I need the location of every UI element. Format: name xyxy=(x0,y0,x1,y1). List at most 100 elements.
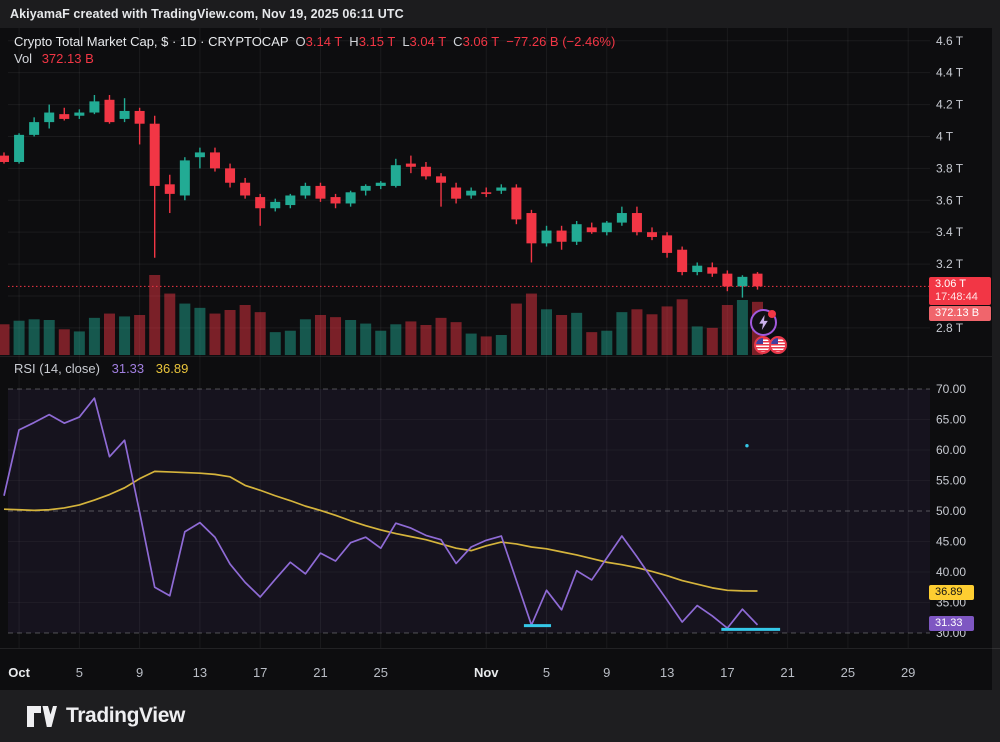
volume-bar xyxy=(240,305,251,355)
candle-body xyxy=(361,186,371,191)
volume-bar xyxy=(707,328,718,355)
attribution-text[interactable]: AkiyamaF created with TradingView.com, N… xyxy=(10,7,404,21)
volume-bar xyxy=(44,320,55,355)
candle-body xyxy=(451,188,461,199)
candle-body xyxy=(44,113,54,123)
volume-bar xyxy=(571,313,582,355)
candle-body xyxy=(120,111,130,119)
candle-body xyxy=(0,156,9,162)
volume-bar xyxy=(451,322,462,355)
candle-body xyxy=(542,231,552,244)
candle-body xyxy=(511,188,521,220)
time-tick-label: 17 xyxy=(253,665,267,680)
rsi-axis-labels[interactable]: 70.0065.0060.0055.0050.0045.0040.0035.00… xyxy=(936,382,966,640)
rsi-ma-badge: 36.89 xyxy=(929,585,974,600)
time-tick-label: 21 xyxy=(780,665,794,680)
volume-bar xyxy=(526,294,537,355)
time-tick-label: 9 xyxy=(603,665,610,680)
candle-body xyxy=(240,183,250,196)
time-tick-label: 25 xyxy=(374,665,388,680)
candle-body xyxy=(496,188,506,191)
volume-bar xyxy=(149,275,160,355)
rsi-legend[interactable]: RSI (14, close) 31.33 36.89 xyxy=(14,361,188,376)
volume-bar xyxy=(616,312,627,355)
time-tick-label: 13 xyxy=(193,665,207,680)
candle-body xyxy=(662,235,672,253)
candle-body xyxy=(135,111,145,124)
volume-bar xyxy=(677,299,688,355)
ohlc-values: O3.14 TH3.15 TL3.04 TC3.06 T−77.26 B (−2… xyxy=(289,34,616,49)
right-margin xyxy=(992,28,1000,690)
candle-body xyxy=(466,191,476,196)
candle-body xyxy=(300,186,310,196)
volume-bar xyxy=(270,332,281,355)
us-flag-event-icon[interactable] xyxy=(769,336,787,354)
rsi-tick-label: 45.00 xyxy=(936,535,966,549)
symbol-legend[interactable]: Crypto Total Market Cap, $ · 1D · CRYPTO… xyxy=(14,34,615,49)
volume-bar xyxy=(601,331,612,355)
volume-bar xyxy=(586,332,597,355)
candle-body xyxy=(346,192,356,203)
time-tick-label: 25 xyxy=(841,665,855,680)
volume-bar xyxy=(225,310,236,355)
volume-bar xyxy=(345,320,356,355)
volume-bar xyxy=(722,305,733,355)
candle-body xyxy=(557,231,567,242)
volume-label: Vol xyxy=(14,51,32,66)
candle-body xyxy=(406,164,416,167)
rsi-ma-value: 36.89 xyxy=(156,361,189,376)
price-tick-label: 3.6 T xyxy=(936,193,964,207)
time-tick-label: 9 xyxy=(136,665,143,680)
time-axis[interactable]: Oct5913172125Nov591317212529 xyxy=(0,648,1000,691)
volume-bar xyxy=(134,315,145,355)
time-tick-label: 17 xyxy=(720,665,734,680)
candle-body xyxy=(587,227,597,232)
ohlc-value: 3.06 T xyxy=(463,34,500,49)
volume-bar xyxy=(647,314,658,355)
rsi-tick-label: 60.00 xyxy=(936,443,966,457)
brand-name[interactable]: TradingView xyxy=(66,704,185,728)
grid-price xyxy=(8,41,930,328)
candle-body xyxy=(737,277,747,287)
candle-body xyxy=(150,124,160,186)
candle-body xyxy=(74,113,84,116)
candle-body xyxy=(692,266,702,272)
candle-body xyxy=(270,202,280,208)
candle-body xyxy=(753,274,763,287)
volume-bar xyxy=(466,334,477,355)
tradingview-logo-icon[interactable] xyxy=(27,706,57,727)
candle-body xyxy=(331,197,341,203)
rsi-tick-label: 65.00 xyxy=(936,413,966,427)
price-tick-label: 3.8 T xyxy=(936,161,964,175)
ohlc-key: C xyxy=(453,34,462,49)
price-tick-label: 4.4 T xyxy=(936,66,964,80)
candle-body xyxy=(572,224,582,242)
candle-body xyxy=(526,213,536,243)
candle-body xyxy=(617,213,627,223)
price-tick-label: 3.4 T xyxy=(936,225,964,239)
volume-bar xyxy=(631,309,642,355)
time-tick-label: 13 xyxy=(660,665,674,680)
volume-value: 372.13 B xyxy=(42,51,94,66)
chart-canvas[interactable]: 4.6 T4.4 T4.2 T4 T3.8 T3.6 T3.4 T3.2 T3 … xyxy=(0,28,1000,690)
volume-badge: 372.13 B xyxy=(929,306,991,321)
candle-body xyxy=(481,192,491,194)
candle-body xyxy=(29,122,39,135)
time-tick-label: 5 xyxy=(543,665,550,680)
volume-bar xyxy=(511,304,522,355)
tradingview-chart-widget: AkiyamaF created with TradingView.com, N… xyxy=(0,0,1000,742)
rsi-title: RSI (14, close) xyxy=(14,361,100,376)
volume-bar xyxy=(405,321,416,355)
candle-body xyxy=(210,152,220,168)
volume-legend[interactable]: Vol 372.13 B xyxy=(14,51,94,66)
candle-body xyxy=(391,165,401,186)
rsi-tick-label: 40.00 xyxy=(936,565,966,579)
volume-bar xyxy=(285,331,296,355)
candle-body xyxy=(602,223,612,233)
ohlc-value: 3.04 T xyxy=(410,34,447,49)
ohlc-value: 3.14 T xyxy=(306,34,343,49)
ohlc-key: H xyxy=(349,34,358,49)
volume-bar xyxy=(390,324,401,355)
volume-bar xyxy=(119,316,130,355)
volume-bar xyxy=(74,331,85,355)
